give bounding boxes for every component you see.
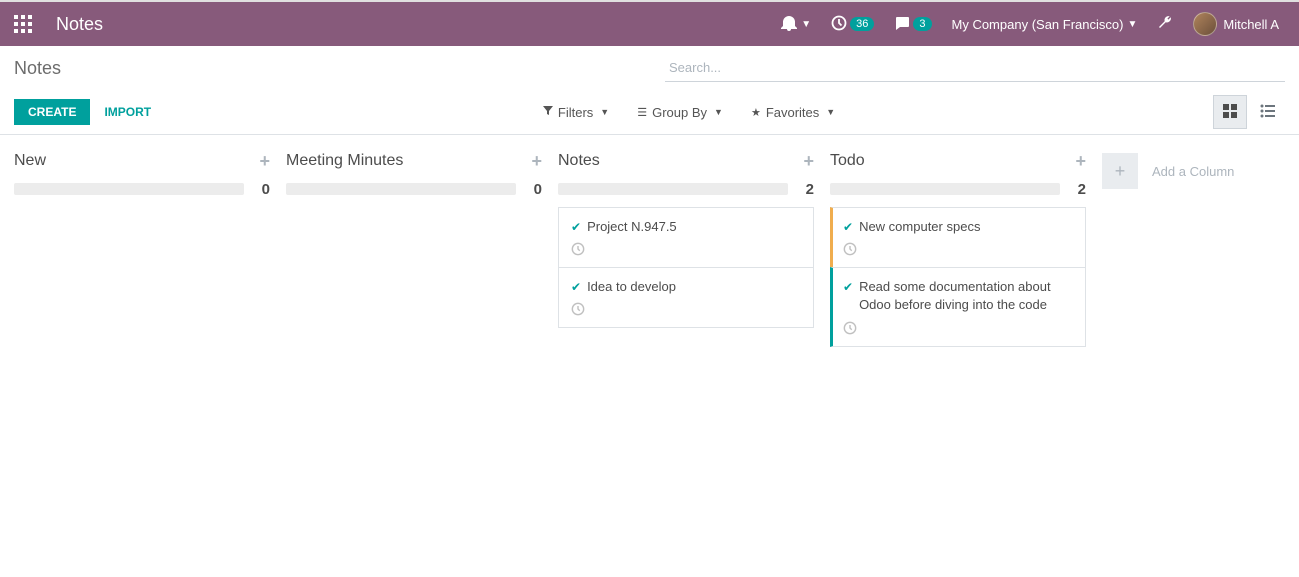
column-title[interactable]: Meeting Minutes	[286, 152, 531, 170]
activities-menu[interactable]: 36	[831, 15, 874, 34]
column-add-button[interactable]: +	[803, 151, 814, 172]
column-title[interactable]: Notes	[558, 152, 803, 170]
search-input[interactable]	[665, 54, 1285, 82]
wrench-icon	[1157, 15, 1173, 34]
check-icon: ✔	[571, 220, 581, 234]
filter-icon	[543, 106, 553, 119]
card-title: Idea to develop	[587, 278, 676, 296]
add-column-label[interactable]: Add a Column	[1152, 164, 1234, 179]
activity-clock-icon[interactable]	[571, 303, 585, 319]
notifications-menu[interactable]: ▼	[781, 15, 811, 34]
company-switcher[interactable]: My Company (San Francisco) ▼	[952, 17, 1138, 32]
activity-clock-icon[interactable]	[843, 322, 857, 338]
chevron-down-icon: ▼	[714, 107, 723, 117]
activity-clock-icon[interactable]	[843, 243, 857, 259]
column-title[interactable]: New	[14, 152, 259, 170]
filters-label: Filters	[558, 105, 593, 120]
kanban-column: Notes + 2 ✔ Project N.947.5 ✔ Idea to de…	[550, 145, 822, 327]
column-progress	[286, 183, 516, 195]
column-count: 2	[1070, 181, 1086, 198]
chevron-down-icon: ▼	[600, 107, 609, 117]
avatar	[1193, 12, 1217, 36]
breadcrumb: Notes	[14, 58, 61, 79]
kanban-card[interactable]: ✔ New computer specs	[830, 207, 1086, 268]
favorites-menu[interactable]: ★ Favorites ▼	[751, 105, 835, 120]
add-column-button[interactable]: +	[1102, 153, 1138, 189]
kanban-card[interactable]: ✔ Project N.947.5	[558, 207, 814, 268]
apps-menu-icon[interactable]	[10, 11, 36, 37]
list-view-button[interactable]	[1251, 95, 1285, 129]
kanban-view-button[interactable]	[1213, 95, 1247, 129]
favorites-label: Favorites	[766, 105, 819, 120]
column-title[interactable]: Todo	[830, 152, 1075, 170]
kanban-column: Meeting Minutes + 0	[278, 145, 550, 207]
column-count: 0	[254, 181, 270, 198]
column-add-button[interactable]: +	[531, 151, 542, 172]
list-icon: ☰	[637, 106, 647, 119]
debug-menu[interactable]	[1157, 15, 1173, 34]
column-add-button[interactable]: +	[1075, 151, 1086, 172]
card-title: New computer specs	[859, 218, 980, 236]
kanban-card[interactable]: ✔ Idea to develop	[558, 267, 814, 328]
chat-icon	[894, 15, 910, 34]
check-icon: ✔	[571, 280, 581, 294]
activity-clock-icon[interactable]	[571, 243, 585, 259]
column-progress	[14, 183, 244, 195]
column-progress	[558, 183, 788, 195]
card-title: Project N.947.5	[587, 218, 677, 236]
check-icon: ✔	[843, 220, 853, 234]
kanban-column: Todo + 2 ✔ New computer specs ✔ Read som…	[822, 145, 1094, 346]
chevron-down-icon: ▼	[1127, 19, 1137, 30]
kanban-column: New + 0	[6, 145, 278, 207]
filters-menu[interactable]: Filters ▼	[543, 105, 609, 120]
kanban-card[interactable]: ✔ Read some documentation about Odoo bef…	[830, 267, 1086, 346]
list-icon	[1260, 103, 1276, 122]
chevron-down-icon: ▼	[801, 19, 811, 30]
kanban-icon	[1222, 103, 1238, 122]
check-icon: ✔	[843, 280, 853, 294]
bell-icon	[781, 15, 797, 34]
groupby-menu[interactable]: ☰ Group By ▼	[637, 105, 723, 120]
import-button[interactable]: IMPORT	[90, 99, 165, 125]
column-count: 2	[798, 181, 814, 198]
chevron-down-icon: ▼	[826, 107, 835, 117]
user-menu[interactable]: Mitchell A	[1193, 12, 1279, 36]
star-icon: ★	[751, 106, 761, 119]
column-count: 0	[526, 181, 542, 198]
card-title: Read some documentation about Odoo befor…	[859, 278, 1075, 314]
company-label: My Company (San Francisco)	[952, 17, 1124, 32]
activities-badge: 36	[850, 17, 874, 31]
create-button[interactable]: CREATE	[14, 99, 90, 125]
groupby-label: Group By	[652, 105, 707, 120]
column-progress	[830, 183, 1060, 195]
app-title[interactable]: Notes	[56, 14, 103, 35]
column-add-button[interactable]: +	[259, 151, 270, 172]
user-label: Mitchell A	[1223, 17, 1279, 32]
clock-icon	[831, 15, 847, 34]
discuss-badge: 3	[913, 17, 931, 31]
discuss-menu[interactable]: 3	[894, 15, 931, 34]
kanban-board: New + 0 Meeting Minutes + 0 Notes + 2 ✔	[0, 135, 1299, 356]
